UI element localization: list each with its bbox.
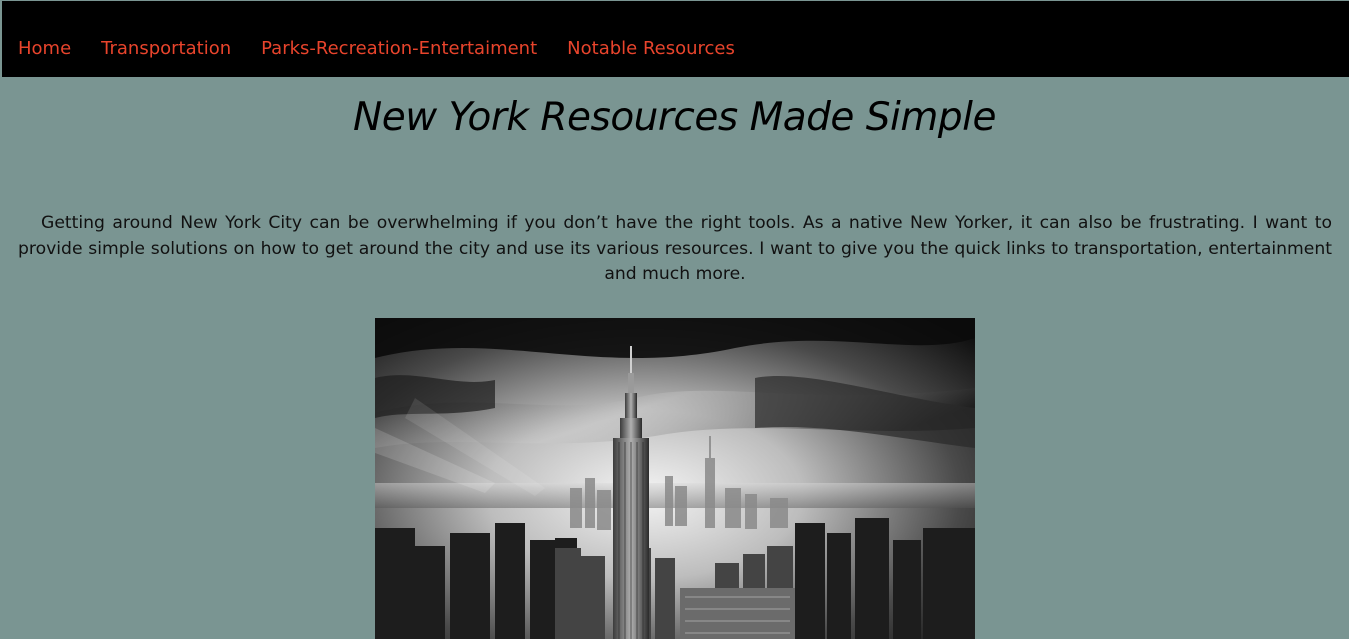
nyc-skyline-image: [375, 318, 975, 639]
nav-link-notable-resources[interactable]: Notable Resources: [567, 38, 735, 59]
intro-paragraph: Getting around New York City can be over…: [18, 213, 1332, 284]
skyline-illustration: [375, 318, 975, 639]
nav-link-parks-recreation-entertainment[interactable]: Parks-Recreation-Entertaiment: [261, 38, 537, 59]
page-title: New York Resources Made Simple: [353, 95, 996, 140]
page: Home Transportation Parks-Recreation-Ent…: [0, 0, 1349, 639]
nav-link-home[interactable]: Home: [18, 38, 71, 59]
top-navbar: Home Transportation Parks-Recreation-Ent…: [2, 1, 1349, 77]
nav-list: Home Transportation Parks-Recreation-Ent…: [18, 38, 765, 60]
nav-link-transportation[interactable]: Transportation: [101, 38, 231, 59]
